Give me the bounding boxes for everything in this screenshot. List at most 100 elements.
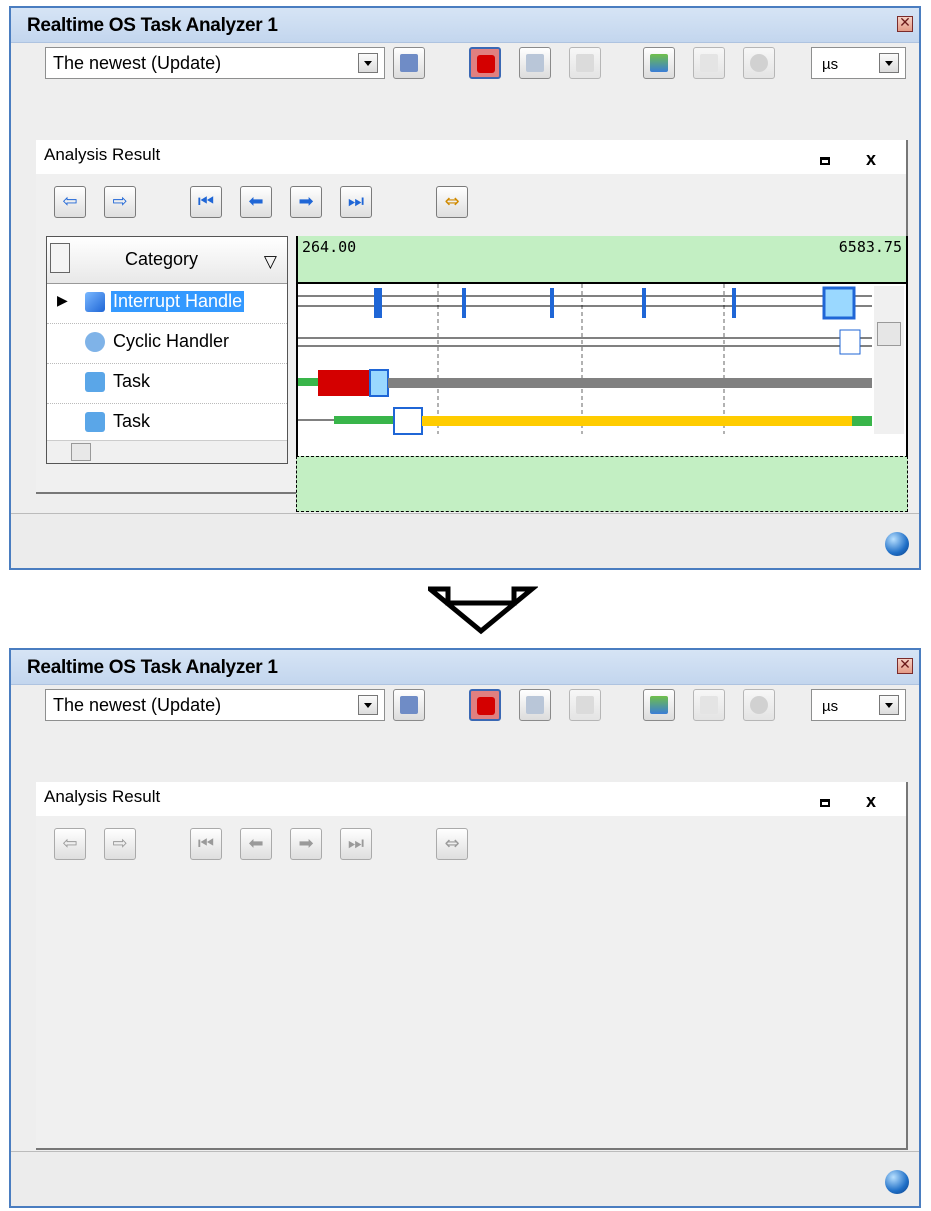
task-block (393, 407, 423, 435)
title-bar: Realtime OS Task Analyzer 1 ✕ (11, 8, 919, 43)
task-icon (85, 412, 105, 432)
panel-close-icon[interactable]: x (866, 791, 876, 812)
last-button[interactable]: ⏭ (340, 186, 372, 218)
column-settings-icon[interactable] (50, 243, 70, 273)
settings-button[interactable] (643, 47, 675, 79)
record-button[interactable] (469, 689, 501, 721)
task-run-bar (334, 416, 394, 424)
panel-header: Analysis Result x (36, 782, 906, 816)
vertical-scrollbar[interactable] (874, 286, 904, 434)
timeline-chart[interactable]: 264.00 6583.75 (296, 236, 908, 456)
task-gray-bar (388, 378, 872, 388)
previous-button[interactable]: ⬅ (240, 186, 272, 218)
document-icon (700, 696, 718, 714)
chevron-down-icon[interactable] (879, 695, 899, 715)
cancel-icon (576, 54, 594, 72)
filter-icon[interactable]: ▽ (264, 252, 277, 272)
category-label: Cyclic Handler (113, 331, 230, 351)
panel-close-icon[interactable]: x (866, 149, 876, 170)
category-row[interactable]: Task (47, 363, 287, 404)
mode-select-value: The newest (Update) (53, 695, 222, 715)
minimize-icon[interactable] (820, 157, 830, 165)
task-icon (85, 372, 105, 392)
selection-area[interactable] (296, 456, 908, 512)
zoom-fit-button[interactable]: ⇔ (436, 186, 468, 218)
close-icon[interactable]: ✕ (897, 658, 913, 674)
category-label: Task (113, 411, 151, 431)
back-button[interactable]: ⇦ (54, 186, 86, 218)
category-row[interactable]: Task (47, 403, 287, 443)
chevron-down-icon[interactable] (358, 53, 378, 73)
cancel-button[interactable] (569, 689, 601, 721)
next-button[interactable]: ➡ (290, 186, 322, 218)
first-button[interactable]: ⏮ (190, 186, 222, 218)
window-title: Realtime OS Task Analyzer 1 (27, 15, 278, 36)
interrupt-mark (550, 288, 554, 318)
status-icon (885, 532, 909, 556)
cancel-button[interactable] (569, 47, 601, 79)
panel-header: Analysis Result x (36, 140, 906, 174)
settings-button[interactable] (643, 689, 675, 721)
save-button[interactable] (393, 689, 425, 721)
task-analyzer-window: Realtime OS Task Analyzer 1 ✕ The newest… (9, 6, 921, 570)
back-button[interactable]: ⇦ (54, 828, 86, 860)
category-header: Category ▽ (47, 237, 287, 284)
scroll-thumb[interactable] (877, 322, 901, 346)
chart-button[interactable] (743, 47, 775, 79)
unit-select-value: µs (822, 698, 839, 715)
save-button[interactable] (393, 47, 425, 79)
next-button[interactable]: ➡ (290, 828, 322, 860)
interrupt-icon (85, 292, 105, 312)
minimize-icon[interactable] (820, 799, 830, 807)
interrupt-mark (374, 288, 382, 318)
forward-button[interactable]: ⇨ (104, 186, 136, 218)
clock-icon (85, 332, 105, 352)
report-button[interactable] (693, 47, 725, 79)
previous-button[interactable]: ⬅ (240, 828, 272, 860)
category-list: Category ▽ ▶ Interrupt Handle Cyclic Han… (46, 236, 288, 464)
record-icon (477, 55, 495, 73)
panel-title: Analysis Result (44, 787, 161, 806)
title-bar: Realtime OS Task Analyzer 1 ✕ (11, 650, 919, 685)
category-row[interactable]: ▶ Interrupt Handle (47, 283, 287, 324)
pie-chart-icon (750, 696, 768, 714)
forward-button[interactable]: ⇨ (104, 828, 136, 860)
status-icon (885, 1170, 909, 1194)
close-icon[interactable]: ✕ (897, 16, 913, 32)
record-button[interactable] (469, 47, 501, 79)
mode-select-value: The newest (Update) (53, 53, 222, 73)
layers-icon (650, 54, 668, 72)
record-icon (477, 697, 495, 715)
wand-icon (526, 54, 544, 72)
clear-button[interactable] (519, 47, 551, 79)
cyclic-mark (839, 329, 861, 355)
chart-button[interactable] (743, 689, 775, 721)
mode-select[interactable]: The newest (Update) (45, 47, 385, 79)
save-icon (400, 696, 418, 714)
clear-button[interactable] (519, 689, 551, 721)
chevron-down-icon[interactable] (879, 53, 899, 73)
wand-icon (526, 696, 544, 714)
range-end: 6583.75 (838, 238, 902, 256)
task-block (369, 369, 389, 397)
mode-select[interactable]: The newest (Update) (45, 689, 385, 721)
category-label: Task (113, 371, 151, 391)
horizontal-scrollbar[interactable] (47, 440, 287, 463)
unit-select-value: µs (822, 56, 839, 73)
category-row[interactable]: Cyclic Handler (47, 323, 287, 364)
chevron-down-icon[interactable] (358, 695, 378, 715)
unit-select[interactable]: µs (811, 689, 906, 721)
save-icon (400, 54, 418, 72)
main-toolbar: The newest (Update) µs (11, 684, 919, 730)
status-bar (11, 1151, 919, 1206)
row-selector-icon: ▶ (57, 293, 68, 309)
analysis-result-panel: Analysis Result x ⇦ ⇨ ⏮ ⬅ ➡ ⏭ ⇔ (36, 782, 908, 1150)
scroll-thumb[interactable] (71, 443, 91, 461)
unit-select[interactable]: µs (811, 47, 906, 79)
report-button[interactable] (693, 689, 725, 721)
last-button[interactable]: ⏭ (340, 828, 372, 860)
first-button[interactable]: ⏮ (190, 828, 222, 860)
interrupt-mark (732, 288, 736, 318)
task-wait-bar (422, 416, 852, 426)
zoom-fit-button[interactable]: ⇔ (436, 828, 468, 860)
